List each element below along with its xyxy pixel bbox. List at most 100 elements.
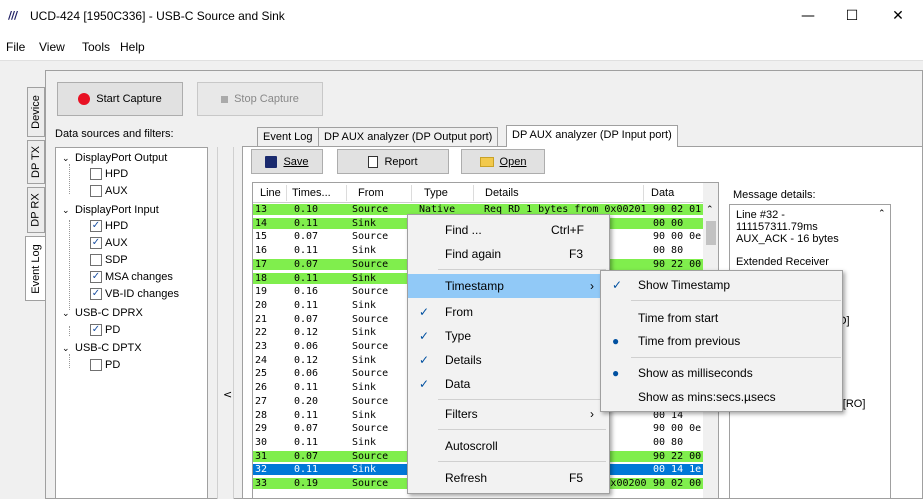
tab-dp-tx[interactable]: DP TX <box>27 140 45 184</box>
cell-line: 23 <box>255 341 268 352</box>
open-button[interactable]: Open <box>461 149 545 174</box>
minimize-button[interactable]: — <box>790 4 826 28</box>
collapse-arrow-icon[interactable]: < <box>223 388 232 401</box>
filter-in-aux[interactable]: ✓ AUX <box>90 236 128 250</box>
filter-msa[interactable]: ✓ MSA changes <box>90 270 173 284</box>
menu-filters[interactable]: Filters › <box>408 402 609 426</box>
cell-from: Sink <box>352 245 377 257</box>
cell-data: 90 02 00 <box>653 478 702 489</box>
tree-dp-input[interactable]: ⌄ DisplayPort Input <box>62 203 159 217</box>
checkmark-icon[interactable]: ✓ <box>90 288 102 300</box>
filter-sdp[interactable]: SDP <box>90 253 128 267</box>
tree-usbc-dprx[interactable]: ⌄ USB-C DPRX <box>62 306 143 320</box>
col-timestamp[interactable]: Times... <box>292 187 331 199</box>
cell-time: 0.07 <box>294 258 319 270</box>
scroll-up-icon[interactable]: ⌃ <box>706 205 714 215</box>
tree-usbc-dptx[interactable]: ⌄ USB-C DPTX <box>62 341 142 355</box>
cell-from: Sink <box>352 354 377 366</box>
checkbox-icon[interactable] <box>90 168 102 180</box>
filter-out-hpd[interactable]: HPD <box>90 167 128 181</box>
panel-splitter[interactable] <box>217 147 234 499</box>
cell-time: 0.20 <box>294 395 319 407</box>
save-button[interactable]: Save <box>251 149 323 174</box>
tab-device[interactable]: Device <box>27 87 45 137</box>
filter-in-hpd[interactable]: ✓ HPD <box>90 219 128 233</box>
cell-from: Sink <box>352 299 377 311</box>
filter-dptx-pd[interactable]: PD <box>90 358 120 372</box>
tree-dp-output[interactable]: ⌄ DisplayPort Output <box>62 151 167 165</box>
cell-data: 90 00 0e <box>653 423 702 435</box>
message-scrollbar[interactable]: ⌃ <box>875 205 890 498</box>
report-button[interactable]: Report <box>337 149 449 174</box>
cell-data: 00 00 <box>653 217 684 229</box>
menu-time-from-previous[interactable]: ● Time from previous <box>601 329 842 353</box>
tab-dp-aux-input[interactable]: DP AUX analyzer (DP Input port) <box>506 125 678 147</box>
col-line[interactable]: Line <box>260 187 281 199</box>
table-header: Line Times... From Type Details Data <box>253 183 703 203</box>
cell-time: 0.07 <box>294 231 319 243</box>
cell-time: 0.06 <box>294 341 319 352</box>
radio-dot-icon: ● <box>612 366 620 380</box>
menu-data[interactable]: ✓ Data <box>408 372 609 396</box>
menu-details[interactable]: ✓ Details <box>408 348 609 372</box>
col-data[interactable]: Data <box>651 187 674 199</box>
cell-time: 0.19 <box>294 478 319 489</box>
cell-from: Sink <box>352 217 377 229</box>
menu-autoscroll[interactable]: Autoscroll <box>408 434 609 458</box>
cell-from: Sink <box>352 436 377 448</box>
cell-data: 00 80 <box>653 245 684 257</box>
menu-file[interactable]: File <box>6 40 25 54</box>
menu-type[interactable]: ✓ Type <box>408 324 609 348</box>
start-capture-button[interactable]: Start Capture <box>57 82 183 116</box>
menu-find-again[interactable]: Find again F3 <box>408 242 609 266</box>
checkbox-icon[interactable] <box>90 185 102 197</box>
menu-tools[interactable]: Tools <box>82 40 110 54</box>
close-button[interactable]: ✕ <box>880 4 916 28</box>
filter-vbid[interactable]: ✓ VB-ID changes <box>90 287 179 301</box>
menu-find[interactable]: Find ... Ctrl+F <box>408 218 609 242</box>
tab-dp-rx[interactable]: DP RX <box>27 187 45 233</box>
cell-data: 00 80 <box>653 436 684 448</box>
menu-time-from-start[interactable]: Time from start <box>601 306 842 330</box>
col-type[interactable]: Type <box>424 187 448 199</box>
cell-time: 0.11 <box>294 245 319 257</box>
stop-capture-button[interactable]: Stop Capture <box>197 82 323 116</box>
filter-out-aux[interactable]: AUX <box>90 184 128 198</box>
menu-view[interactable]: View <box>39 40 65 54</box>
scroll-thumb[interactable] <box>706 221 716 245</box>
col-from[interactable]: From <box>358 187 384 199</box>
menu-timestamp[interactable]: Timestamp › <box>408 274 609 298</box>
menu-help[interactable]: Help <box>120 40 145 54</box>
timestamp-submenu: ✓ Show Timestamp Time from start ● Time fr… <box>600 270 843 412</box>
menu-show-milliseconds[interactable]: ● Show as milliseconds <box>601 361 842 385</box>
submenu-arrow-icon: › <box>590 279 594 293</box>
chevron-down-icon: ⌄ <box>62 307 70 318</box>
col-details[interactable]: Details <box>485 187 519 199</box>
menu-show-timestamp[interactable]: ✓ Show Timestamp <box>601 273 842 297</box>
menu-from[interactable]: ✓ From <box>408 300 609 324</box>
menu-refresh[interactable]: Refresh F5 <box>408 466 609 490</box>
tab-inner-event-log[interactable]: Event Log <box>257 127 319 146</box>
maximize-button[interactable]: ☐ <box>834 4 870 28</box>
tab-event-log[interactable]: Event Log <box>25 236 46 301</box>
checkmark-icon[interactable]: ✓ <box>90 220 102 232</box>
message-line: 111157311.79ms <box>736 220 818 233</box>
checkmark-icon[interactable]: ✓ <box>90 237 102 249</box>
checkmark-icon: ✓ <box>419 305 430 319</box>
cell-from: Source <box>352 478 389 489</box>
checkmark-icon[interactable]: ✓ <box>90 324 102 336</box>
report-icon <box>368 155 379 168</box>
filter-dprx-pd[interactable]: ✓ PD <box>90 323 120 337</box>
scroll-up-icon[interactable]: ⌃ <box>878 208 886 219</box>
checkbox-icon[interactable] <box>90 359 102 371</box>
cell-time: 0.11 <box>294 409 319 421</box>
cell-from: Sink <box>352 327 377 339</box>
menu-show-mins-secs[interactable]: Show as mins:secs.µsecs <box>601 385 842 409</box>
stop-icon <box>221 95 229 103</box>
checkmark-icon[interactable]: ✓ <box>90 271 102 283</box>
cell-time: 0.06 <box>294 368 319 380</box>
checkbox-icon[interactable] <box>90 254 102 266</box>
cell-line: 17 <box>255 258 268 270</box>
tab-dp-aux-output[interactable]: DP AUX analyzer (DP Output port) <box>318 127 499 146</box>
cell-line: 25 <box>255 368 268 380</box>
